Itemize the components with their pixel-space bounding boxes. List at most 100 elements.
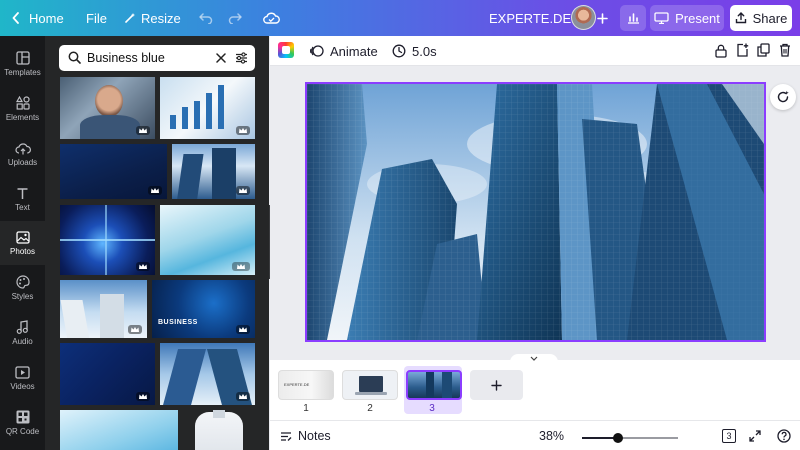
photos-panel: Business blue BUSINESS [45,36,269,450]
chevron-left-icon [12,12,19,24]
nav-label: QR Code [5,427,40,436]
nav-item-templates[interactable]: Templates [0,42,45,86]
clear-search-icon[interactable] [216,53,226,63]
premium-crown-icon [148,186,162,195]
plus-icon [597,12,608,24]
nav-item-photos[interactable]: Photos [0,221,45,265]
premium-crown-icon [236,126,250,135]
color-picker-button[interactable] [278,42,294,58]
nav-label: Templates [4,68,41,77]
timing-button[interactable]: 5.0s [392,36,437,66]
animate-button[interactable]: Animate [310,36,378,66]
resize-label: Resize [141,10,181,26]
animate-icon [310,45,324,57]
page-number: 2 [367,403,373,414]
page-thumbnail-1[interactable]: EXPERTE.DE [278,370,334,400]
zoom-slider-handle[interactable] [613,433,623,443]
magic-wand-icon [125,13,135,23]
notes-icon [281,431,292,441]
photo-result[interactable] [60,77,155,139]
home-button[interactable]: Home [12,0,64,36]
file-menu-button[interactable]: File [86,0,107,36]
thumbnail-text: EXPERTE.DE [284,382,310,387]
nav-item-uploads[interactable]: Uploads [0,132,45,176]
nav-item-styles[interactable]: Styles [0,266,45,310]
home-label: Home [29,10,64,26]
refresh-sparkle-icon [777,90,789,103]
resize-button[interactable]: Resize [124,0,181,36]
cloud-save-status[interactable] [263,0,280,36]
cloud-upload-icon [14,142,31,154]
search-icon [68,51,81,64]
left-nav: Templates Elements Uploads Text Photos S… [0,36,45,450]
zoom-label[interactable]: 38% [539,421,564,450]
photo-result[interactable] [160,77,255,139]
fullscreen-icon[interactable] [749,430,761,442]
chevron-down-icon [530,356,538,361]
brand-label[interactable]: EXPERTE.DE [489,0,571,36]
nav-item-text[interactable]: Text [0,177,45,221]
duplicate-page-icon[interactable] [757,43,770,57]
photo-result[interactable] [60,144,167,199]
premium-crown-icon [236,325,250,334]
skyscrapers-photo [307,84,764,340]
undo-button[interactable] [199,0,213,36]
animate-label: Animate [330,43,378,59]
page-strip: EXPERTE.DE 1 2 3 [270,354,800,420]
nav-item-qr-code[interactable]: QR Code [0,401,45,445]
templates-icon [15,51,30,65]
design-canvas[interactable] [305,82,766,342]
search-input[interactable]: Business blue [87,51,165,65]
trash-icon[interactable] [779,43,791,57]
photo-result[interactable] [160,343,255,405]
present-button[interactable]: Present [650,5,724,31]
share-button[interactable]: Share [730,5,792,31]
photo-result[interactable] [60,280,147,338]
page-thumbnail-3[interactable] [406,370,462,400]
nav-label: Elements [5,113,40,122]
nav-item-elements[interactable]: Elements [0,87,45,131]
nav-item-audio[interactable]: Audio [0,311,45,355]
nav-item-videos[interactable]: Videos [0,356,45,400]
photo-result[interactable] [183,410,255,450]
photo-result[interactable] [60,205,155,275]
insights-button[interactable] [620,5,646,31]
clock-icon [392,44,406,58]
bar-chart-icon [627,13,639,24]
premium-crown-icon [128,325,142,334]
premium-crown-icon [236,186,250,195]
page-count-button[interactable]: 3 [722,429,736,443]
present-screen-icon [654,12,669,24]
photo-result[interactable] [172,144,255,199]
redo-button[interactable] [228,0,242,36]
editor-toolbar: Animate 5.0s [270,36,800,66]
page-number: 3 [429,403,435,414]
add-page-icon[interactable] [736,43,749,57]
duration-label: 5.0s [412,43,437,59]
zoom-slider[interactable] [582,433,678,443]
present-label: Present [675,10,720,26]
add-collaborator-button[interactable] [597,0,608,36]
photo-icon [15,230,30,244]
photo-result[interactable] [160,205,255,275]
page-number: 1 [303,403,309,414]
photo-result[interactable] [60,410,178,450]
filter-sliders-icon[interactable] [235,52,248,64]
photo-result[interactable]: BUSINESS [152,280,255,338]
photo-result[interactable] [60,343,155,405]
add-page-button[interactable] [470,370,523,400]
premium-crown-icon [136,262,150,271]
avatar[interactable] [571,5,596,30]
collapse-pages-button[interactable] [510,354,558,362]
lock-icon[interactable] [715,44,727,58]
palette-icon [15,275,30,289]
help-icon[interactable] [777,429,791,443]
premium-crown-icon [236,392,250,401]
search-box[interactable]: Business blue [59,45,255,71]
page-thumbnail-2[interactable] [342,370,398,400]
elements-icon [15,96,30,110]
music-note-icon [16,320,28,334]
magic-refresh-button[interactable] [770,84,796,110]
notes-button[interactable]: Notes [280,421,331,450]
page-count: 3 [726,431,732,441]
